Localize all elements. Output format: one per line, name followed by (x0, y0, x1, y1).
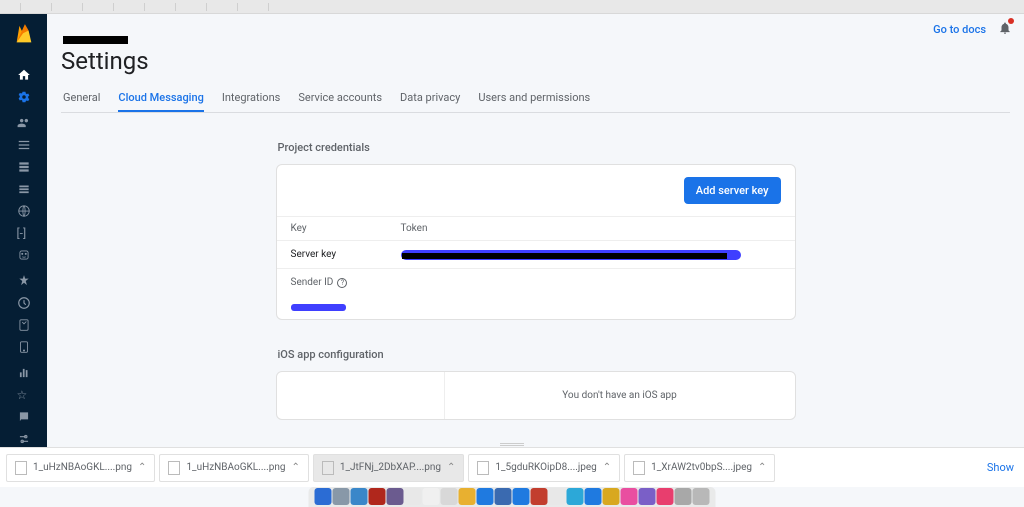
dock-app-icon[interactable] (369, 488, 386, 505)
dock-app-icon[interactable] (531, 488, 548, 505)
tab-integrations[interactable]: Integrations (222, 85, 280, 112)
dock-app-icon[interactable] (495, 488, 512, 505)
tab-general[interactable]: General (63, 85, 100, 112)
dock-app-icon[interactable] (693, 488, 710, 505)
sidebar-settings-icon[interactable] (0, 90, 47, 104)
dock-app-icon[interactable] (657, 488, 674, 505)
dock-app-icon[interactable] (315, 488, 332, 505)
dock-app-icon[interactable] (585, 488, 602, 505)
downloads-bar: 1_uHzNBAoGKL....png⌃ 1_uHzNBAoGKL....png… (0, 447, 1024, 487)
tab-service-accounts[interactable]: Service accounts (298, 85, 382, 112)
settings-tabs: General Cloud Messaging Integrations Ser… (61, 85, 1010, 113)
macos-dock[interactable] (309, 487, 716, 507)
dock-app-icon[interactable] (639, 488, 656, 505)
dock-app-icon[interactable] (603, 488, 620, 505)
dock-app-icon[interactable] (333, 488, 350, 505)
dock-app-icon[interactable] (477, 488, 494, 505)
sidebar-functions-icon[interactable]: [-] (0, 226, 47, 240)
downloads-show-all[interactable]: Show (987, 461, 1018, 474)
add-server-key-button[interactable]: Add server key (684, 177, 781, 204)
content-scroll: Project credentials Add server key Key T… (47, 121, 1024, 448)
help-icon[interactable]: ? (337, 278, 347, 288)
page-title: Settings (61, 47, 1010, 75)
sidebar-database-icon[interactable] (0, 138, 47, 152)
dock-app-icon[interactable] (423, 488, 440, 505)
go-to-docs-link[interactable]: Go to docs (933, 23, 986, 36)
tab-cloud-messaging[interactable]: Cloud Messaging (118, 85, 203, 112)
col-key-header: Key (291, 223, 401, 234)
download-item[interactable]: 1_uHzNBAoGKL....png⌃ (6, 454, 155, 482)
col-token-header: Token (401, 223, 428, 234)
dock-app-icon[interactable] (567, 488, 584, 505)
sender-id-label: Sender ID (291, 277, 334, 288)
dock-app-icon[interactable] (513, 488, 530, 505)
dock-app-icon[interactable] (621, 488, 638, 505)
dock-app-icon[interactable] (441, 488, 458, 505)
sidebar-analytics-icon[interactable] (0, 366, 47, 380)
sidebar-home-icon[interactable] (0, 68, 47, 82)
project-credentials-section: Project credentials Add server key Key T… (276, 141, 796, 320)
download-item[interactable]: 1_uHzNBAoGKL....png⌃ (159, 454, 308, 482)
sidebar-auth-icon[interactable] (0, 116, 47, 130)
sidebar-remoteconfig-icon[interactable] (0, 432, 47, 446)
dock-app-icon[interactable] (387, 488, 404, 505)
sidebar-testlab-icon[interactable] (0, 318, 47, 332)
dock-app-icon[interactable] (351, 488, 368, 505)
dock-app-icon[interactable] (405, 488, 422, 505)
sidebar-storage-icon[interactable] (0, 182, 47, 196)
download-item[interactable]: 1_XrAW2tv0bpS....jpeg⌃ (624, 454, 775, 482)
main-area: Go to docs Settings General Cloud Messag… (47, 14, 1024, 448)
server-key-label: Server key (291, 249, 401, 260)
download-item[interactable]: 1_JtFNj_2DbXAP....png⌃ (313, 454, 465, 482)
sidebar-hosting-icon[interactable] (0, 204, 47, 218)
ios-empty-message: You don't have an iOS app (445, 372, 795, 419)
ios-config-heading: iOS app configuration (276, 348, 796, 361)
tab-data-privacy[interactable]: Data privacy (400, 85, 460, 112)
browser-tab-strip (0, 0, 1024, 14)
dock-app-icon[interactable] (549, 488, 566, 505)
sidebar-ml-icon[interactable] (0, 248, 47, 262)
project-name-redacted (63, 36, 128, 44)
sidebar-firestore-icon[interactable] (0, 160, 47, 174)
sidebar: [-] ☆ (0, 14, 47, 448)
project-credentials-heading: Project credentials (276, 141, 796, 154)
sender-id-value-redacted (291, 304, 346, 311)
dock-app-icon[interactable] (675, 488, 692, 505)
dock-app-icon[interactable] (459, 488, 476, 505)
sidebar-predictions-icon[interactable]: ☆ (0, 388, 47, 402)
sidebar-crashlytics-icon[interactable] (0, 274, 47, 288)
sidebar-performance-icon[interactable] (0, 296, 47, 310)
sidebar-messaging-icon[interactable] (0, 410, 47, 424)
sidebar-appdist-icon[interactable] (0, 340, 47, 354)
download-item[interactable]: 1_5gduRKOipD8....jpeg⌃ (468, 454, 620, 482)
ios-config-section: iOS app configuration You don't have an … (276, 348, 796, 420)
server-key-token-redacted-2 (402, 253, 727, 259)
firebase-logo[interactable] (13, 22, 35, 54)
tab-users-permissions[interactable]: Users and permissions (478, 85, 590, 112)
